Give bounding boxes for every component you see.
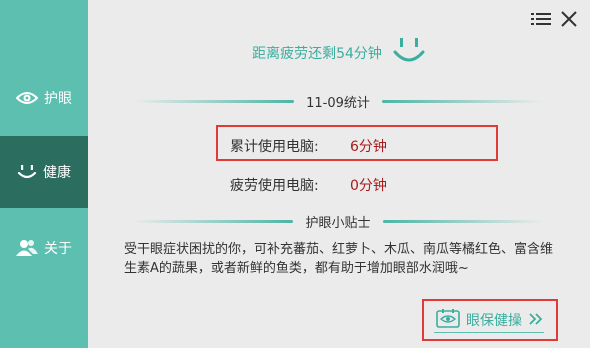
fatigue-usage-value: 0分钟 (350, 178, 387, 194)
total-usage-label: 累计使用电脑: (230, 139, 319, 155)
sidebar-item-eye-care[interactable]: 护眼 (0, 62, 88, 134)
eye-exercise-button[interactable]: 眼保健操 (422, 299, 558, 341)
eye-icon (16, 90, 38, 106)
countdown-text: 距离疲劳还剩54分钟 (252, 46, 382, 62)
window-controls (524, 8, 580, 30)
tips-body: 受干眼症状困扰的你，可补充蕃茄、红萝卜、木瓜、南瓜等橘红色、富含维生素A的蔬果，… (124, 242, 554, 276)
users-icon (16, 239, 38, 257)
fatigue-usage-label: 疲劳使用电脑: (230, 178, 319, 194)
stats-divider: 11-09统计 (128, 92, 548, 111)
sidebar-item-label: 关于 (44, 241, 72, 257)
eye-exercise-label: 眼保健操 (466, 313, 522, 329)
eye-card-icon (436, 308, 460, 332)
sidebar-item-about[interactable]: 关于 (0, 212, 88, 284)
main-panel: 距离疲劳还剩54分钟 11-09统计 累计使用电脑: 6分钟 疲劳使用电脑: 0… (88, 0, 590, 348)
close-icon[interactable] (558, 8, 580, 30)
sidebar: 护眼 健康 关于 (0, 0, 88, 348)
smile-icon (17, 164, 37, 180)
fatigue-countdown: 距离疲劳还剩54分钟 (88, 34, 590, 72)
menu-icon[interactable] (530, 8, 552, 30)
fatigue-usage-row: 疲劳使用电脑: 0分钟 (230, 175, 387, 195)
sidebar-item-label: 健康 (43, 165, 71, 181)
tips-title: 护眼小贴士 (305, 216, 371, 231)
total-usage-value: 6分钟 (350, 139, 387, 155)
sidebar-item-label: 护眼 (44, 91, 72, 107)
smiley-face-icon (392, 34, 426, 72)
sidebar-item-health[interactable]: 健康 (0, 136, 88, 208)
double-chevron-right-icon (528, 311, 544, 330)
total-usage-row: 累计使用电脑: 6分钟 (230, 136, 387, 156)
stats-title: 11-09统计 (306, 96, 370, 111)
tips-divider: 护眼小贴士 (128, 212, 548, 231)
